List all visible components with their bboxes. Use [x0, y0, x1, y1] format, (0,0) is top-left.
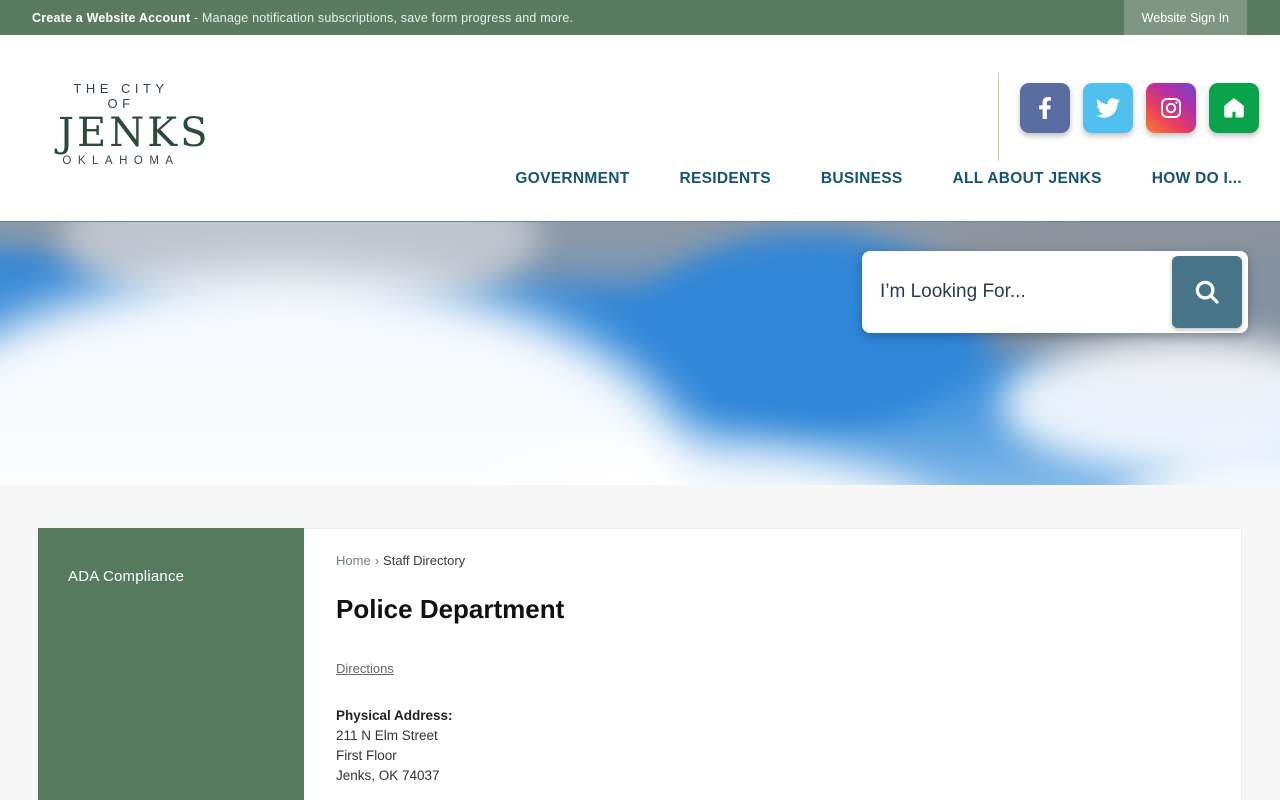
hero-banner — [0, 221, 1280, 485]
logo-line-jenks: JENKS — [58, 110, 211, 156]
physical-address-block: Physical Address: 211 N Elm Street First… — [336, 706, 1201, 786]
main-nav: GOVERNMENT RESIDENTS BUSINESS ALL ABOUT … — [515, 170, 1242, 188]
search-icon — [1195, 280, 1219, 304]
content-panel: Home › Staff Directory Police Department D… — [304, 528, 1242, 800]
site-header: THE CITY OF JENKS OKLAHOMA GOVERNMENT RE… — [0, 35, 1280, 221]
cloud-shape — [60, 222, 540, 312]
facebook-icon[interactable] — [1020, 83, 1070, 133]
nav-how-do-i[interactable]: HOW DO I... — [1152, 170, 1242, 188]
page-title: Police Department — [336, 594, 565, 624]
header-divider — [998, 73, 999, 161]
address-line: Jenks, OK 74037 — [336, 768, 440, 783]
utility-bar: Create a Website Account - Manage notifi… — [0, 0, 1280, 35]
nav-government[interactable]: GOVERNMENT — [515, 170, 629, 188]
left-sidebar: ADA Compliance — [38, 528, 304, 800]
breadcrumb-current: Staff Directory — [383, 553, 466, 568]
nav-residents[interactable]: RESIDENTS — [679, 170, 770, 188]
website-sign-in-button[interactable]: Website Sign In — [1123, 0, 1247, 35]
main-content: ADA Compliance Home › Staff Directory Poli… — [0, 485, 1280, 800]
instagram-glyph — [1161, 98, 1181, 118]
nav-business[interactable]: BUSINESS — [821, 170, 903, 188]
physical-address-label: Physical Address: — [336, 708, 453, 723]
account-message-text: - Manage notification subscriptions, sav… — [190, 10, 574, 25]
social-links — [1020, 83, 1259, 133]
logo-line-oklahoma: OKLAHOMA — [62, 155, 180, 167]
twitter-glyph — [1096, 98, 1120, 118]
sidebar-item-ada-compliance[interactable]: ADA Compliance — [38, 568, 304, 585]
address-line: First Floor — [336, 748, 397, 763]
logo-line-top: THE CITY OF — [73, 81, 169, 111]
house-glyph — [1224, 98, 1244, 118]
cloud-shape — [1000, 337, 1280, 472]
search-button[interactable] — [1172, 256, 1242, 328]
breadcrumb-separator: › — [374, 553, 380, 568]
address-line: 211 N Elm Street — [336, 728, 438, 743]
city-logo[interactable]: THE CITY OF JENKS OKLAHOMA — [58, 81, 211, 167]
cloud-shape — [420, 447, 980, 485]
instagram-icon[interactable] — [1146, 83, 1196, 133]
create-account-link[interactable]: Create a Website Account — [32, 11, 190, 25]
nav-all-about-jenks[interactable]: ALL ABOUT JENKS — [953, 170, 1102, 188]
cloud-shape — [0, 272, 690, 485]
breadcrumb: Home › Staff Directory — [336, 553, 1201, 568]
twitter-icon[interactable] — [1083, 83, 1133, 133]
search-input[interactable] — [862, 251, 1162, 333]
account-message: Create a Website Account - Manage notifi… — [0, 11, 573, 25]
breadcrumb-home-link[interactable]: Home — [336, 553, 371, 568]
cloud-shape — [1110, 447, 1280, 485]
facebook-glyph — [1039, 97, 1051, 119]
nextdoor-icon[interactable] — [1209, 83, 1259, 133]
site-search — [862, 251, 1248, 333]
directions-link[interactable]: Directions — [336, 661, 394, 676]
